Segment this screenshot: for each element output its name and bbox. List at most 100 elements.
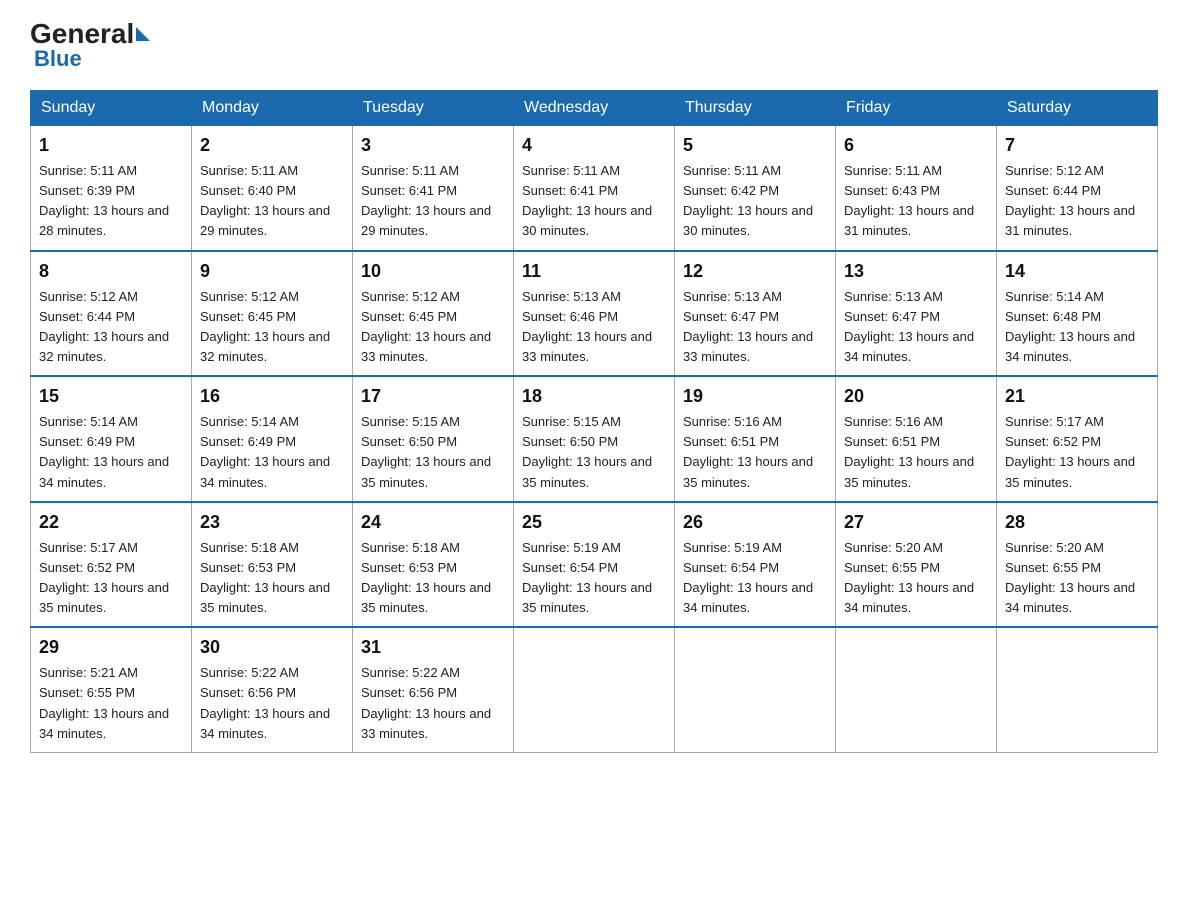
- day-number: 31: [361, 634, 505, 661]
- day-info: Sunrise: 5:15 AMSunset: 6:50 PMDaylight:…: [522, 414, 652, 489]
- header-wednesday: Wednesday: [514, 91, 675, 126]
- day-number: 13: [844, 258, 988, 285]
- calendar-cell: 7 Sunrise: 5:12 AMSunset: 6:44 PMDayligh…: [997, 126, 1158, 251]
- calendar-table: SundayMondayTuesdayWednesdayThursdayFrid…: [30, 90, 1158, 753]
- day-info: Sunrise: 5:13 AMSunset: 6:47 PMDaylight:…: [844, 289, 974, 364]
- day-number: 19: [683, 383, 827, 410]
- day-info: Sunrise: 5:20 AMSunset: 6:55 PMDaylight:…: [1005, 540, 1135, 615]
- day-number: 16: [200, 383, 344, 410]
- week-row-3: 15 Sunrise: 5:14 AMSunset: 6:49 PMDaylig…: [31, 376, 1158, 502]
- day-info: Sunrise: 5:16 AMSunset: 6:51 PMDaylight:…: [844, 414, 974, 489]
- calendar-cell: 27 Sunrise: 5:20 AMSunset: 6:55 PMDaylig…: [836, 502, 997, 628]
- day-info: Sunrise: 5:11 AMSunset: 6:41 PMDaylight:…: [361, 163, 491, 238]
- calendar-cell: 12 Sunrise: 5:13 AMSunset: 6:47 PMDaylig…: [675, 251, 836, 377]
- day-number: 28: [1005, 509, 1149, 536]
- calendar-cell: [514, 627, 675, 752]
- calendar-header-row: SundayMondayTuesdayWednesdayThursdayFrid…: [31, 91, 1158, 126]
- day-info: Sunrise: 5:16 AMSunset: 6:51 PMDaylight:…: [683, 414, 813, 489]
- logo-blue-text: Blue: [34, 46, 82, 72]
- day-info: Sunrise: 5:18 AMSunset: 6:53 PMDaylight:…: [361, 540, 491, 615]
- calendar-cell: 28 Sunrise: 5:20 AMSunset: 6:55 PMDaylig…: [997, 502, 1158, 628]
- day-number: 1: [39, 132, 183, 159]
- day-info: Sunrise: 5:22 AMSunset: 6:56 PMDaylight:…: [200, 665, 330, 740]
- calendar-cell: 16 Sunrise: 5:14 AMSunset: 6:49 PMDaylig…: [192, 376, 353, 502]
- calendar-cell: 5 Sunrise: 5:11 AMSunset: 6:42 PMDayligh…: [675, 126, 836, 251]
- day-info: Sunrise: 5:21 AMSunset: 6:55 PMDaylight:…: [39, 665, 169, 740]
- day-number: 3: [361, 132, 505, 159]
- day-info: Sunrise: 5:11 AMSunset: 6:43 PMDaylight:…: [844, 163, 974, 238]
- day-number: 23: [200, 509, 344, 536]
- day-number: 24: [361, 509, 505, 536]
- calendar-cell: 1 Sunrise: 5:11 AMSunset: 6:39 PMDayligh…: [31, 126, 192, 251]
- day-info: Sunrise: 5:15 AMSunset: 6:50 PMDaylight:…: [361, 414, 491, 489]
- day-number: 22: [39, 509, 183, 536]
- day-info: Sunrise: 5:11 AMSunset: 6:42 PMDaylight:…: [683, 163, 813, 238]
- calendar-cell: 4 Sunrise: 5:11 AMSunset: 6:41 PMDayligh…: [514, 126, 675, 251]
- header-monday: Monday: [192, 91, 353, 126]
- day-info: Sunrise: 5:12 AMSunset: 6:44 PMDaylight:…: [39, 289, 169, 364]
- calendar-cell: [997, 627, 1158, 752]
- day-info: Sunrise: 5:19 AMSunset: 6:54 PMDaylight:…: [522, 540, 652, 615]
- logo: General Blue: [30, 20, 152, 72]
- day-number: 6: [844, 132, 988, 159]
- logo-general-text: General: [30, 20, 134, 48]
- day-number: 29: [39, 634, 183, 661]
- day-number: 20: [844, 383, 988, 410]
- calendar-cell: [836, 627, 997, 752]
- week-row-4: 22 Sunrise: 5:17 AMSunset: 6:52 PMDaylig…: [31, 502, 1158, 628]
- day-number: 27: [844, 509, 988, 536]
- day-info: Sunrise: 5:14 AMSunset: 6:48 PMDaylight:…: [1005, 289, 1135, 364]
- day-number: 10: [361, 258, 505, 285]
- day-number: 11: [522, 258, 666, 285]
- header-tuesday: Tuesday: [353, 91, 514, 126]
- day-info: Sunrise: 5:17 AMSunset: 6:52 PMDaylight:…: [1005, 414, 1135, 489]
- page-header: General Blue: [30, 20, 1158, 72]
- calendar-cell: 24 Sunrise: 5:18 AMSunset: 6:53 PMDaylig…: [353, 502, 514, 628]
- day-number: 12: [683, 258, 827, 285]
- day-number: 9: [200, 258, 344, 285]
- day-info: Sunrise: 5:17 AMSunset: 6:52 PMDaylight:…: [39, 540, 169, 615]
- day-number: 26: [683, 509, 827, 536]
- day-info: Sunrise: 5:12 AMSunset: 6:44 PMDaylight:…: [1005, 163, 1135, 238]
- day-number: 2: [200, 132, 344, 159]
- calendar-cell: 8 Sunrise: 5:12 AMSunset: 6:44 PMDayligh…: [31, 251, 192, 377]
- day-info: Sunrise: 5:12 AMSunset: 6:45 PMDaylight:…: [200, 289, 330, 364]
- day-info: Sunrise: 5:12 AMSunset: 6:45 PMDaylight:…: [361, 289, 491, 364]
- calendar-cell: 21 Sunrise: 5:17 AMSunset: 6:52 PMDaylig…: [997, 376, 1158, 502]
- calendar-cell: 25 Sunrise: 5:19 AMSunset: 6:54 PMDaylig…: [514, 502, 675, 628]
- calendar-cell: 22 Sunrise: 5:17 AMSunset: 6:52 PMDaylig…: [31, 502, 192, 628]
- calendar-cell: 19 Sunrise: 5:16 AMSunset: 6:51 PMDaylig…: [675, 376, 836, 502]
- calendar-cell: 31 Sunrise: 5:22 AMSunset: 6:56 PMDaylig…: [353, 627, 514, 752]
- calendar-cell: 11 Sunrise: 5:13 AMSunset: 6:46 PMDaylig…: [514, 251, 675, 377]
- week-row-2: 8 Sunrise: 5:12 AMSunset: 6:44 PMDayligh…: [31, 251, 1158, 377]
- calendar-cell: 17 Sunrise: 5:15 AMSunset: 6:50 PMDaylig…: [353, 376, 514, 502]
- calendar-cell: [675, 627, 836, 752]
- day-number: 17: [361, 383, 505, 410]
- day-info: Sunrise: 5:11 AMSunset: 6:39 PMDaylight:…: [39, 163, 169, 238]
- day-info: Sunrise: 5:13 AMSunset: 6:47 PMDaylight:…: [683, 289, 813, 364]
- day-info: Sunrise: 5:20 AMSunset: 6:55 PMDaylight:…: [844, 540, 974, 615]
- calendar-cell: 6 Sunrise: 5:11 AMSunset: 6:43 PMDayligh…: [836, 126, 997, 251]
- header-saturday: Saturday: [997, 91, 1158, 126]
- calendar-cell: 2 Sunrise: 5:11 AMSunset: 6:40 PMDayligh…: [192, 126, 353, 251]
- calendar-cell: 29 Sunrise: 5:21 AMSunset: 6:55 PMDaylig…: [31, 627, 192, 752]
- calendar-cell: 3 Sunrise: 5:11 AMSunset: 6:41 PMDayligh…: [353, 126, 514, 251]
- day-number: 4: [522, 132, 666, 159]
- day-info: Sunrise: 5:14 AMSunset: 6:49 PMDaylight:…: [200, 414, 330, 489]
- header-sunday: Sunday: [31, 91, 192, 126]
- calendar-cell: 26 Sunrise: 5:19 AMSunset: 6:54 PMDaylig…: [675, 502, 836, 628]
- header-thursday: Thursday: [675, 91, 836, 126]
- day-number: 14: [1005, 258, 1149, 285]
- day-number: 25: [522, 509, 666, 536]
- day-number: 7: [1005, 132, 1149, 159]
- day-info: Sunrise: 5:13 AMSunset: 6:46 PMDaylight:…: [522, 289, 652, 364]
- day-info: Sunrise: 5:11 AMSunset: 6:40 PMDaylight:…: [200, 163, 330, 238]
- calendar-cell: 15 Sunrise: 5:14 AMSunset: 6:49 PMDaylig…: [31, 376, 192, 502]
- calendar-cell: 10 Sunrise: 5:12 AMSunset: 6:45 PMDaylig…: [353, 251, 514, 377]
- calendar-cell: 18 Sunrise: 5:15 AMSunset: 6:50 PMDaylig…: [514, 376, 675, 502]
- week-row-1: 1 Sunrise: 5:11 AMSunset: 6:39 PMDayligh…: [31, 126, 1158, 251]
- calendar-cell: 13 Sunrise: 5:13 AMSunset: 6:47 PMDaylig…: [836, 251, 997, 377]
- week-row-5: 29 Sunrise: 5:21 AMSunset: 6:55 PMDaylig…: [31, 627, 1158, 752]
- day-info: Sunrise: 5:14 AMSunset: 6:49 PMDaylight:…: [39, 414, 169, 489]
- day-number: 30: [200, 634, 344, 661]
